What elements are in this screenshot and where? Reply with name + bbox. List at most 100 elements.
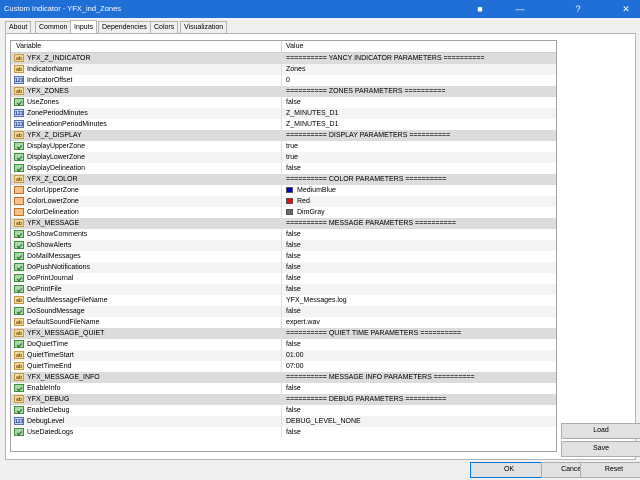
ok-button[interactable]: OK bbox=[470, 462, 548, 478]
table-row[interactable]: DisplayUpperZone true bbox=[11, 141, 556, 152]
table-row[interactable]: ab YFX_MESSAGE_QUIET ========== QUIET TIME… bbox=[11, 328, 556, 339]
table-row[interactable]: DoQuietTime false bbox=[11, 339, 556, 350]
variable-value[interactable]: false bbox=[286, 306, 301, 317]
load-button[interactable]: Load bbox=[561, 423, 640, 439]
reset-button[interactable]: Reset bbox=[580, 462, 640, 478]
table-row[interactable]: 123 ZonePeriodMinutes Z_MINUTES_D1 bbox=[11, 108, 556, 119]
table-row[interactable]: DoPushNotifications false bbox=[11, 262, 556, 273]
value-text: false bbox=[286, 231, 301, 238]
value-text: Red bbox=[297, 198, 310, 205]
grid-header: Variable Value bbox=[11, 41, 556, 53]
boolean-type-icon bbox=[14, 384, 24, 392]
variable-value[interactable]: YFX_Messages.log bbox=[286, 295, 347, 306]
value-text: false bbox=[286, 429, 301, 436]
cell-divider bbox=[281, 295, 282, 306]
value-text: ========== DISPLAY PARAMETERS ========== bbox=[286, 132, 451, 139]
value-text: ========== DEBUG PARAMETERS ========== bbox=[286, 396, 447, 403]
variable-value[interactable]: MediumBlue bbox=[286, 185, 336, 196]
table-row[interactable]: 123 DelineationPeriodMinutes Z_MINUTES_D1 bbox=[11, 119, 556, 130]
table-row[interactable]: ab DefaultSoundFileName expert.wav bbox=[11, 317, 556, 328]
cell-divider bbox=[281, 119, 282, 130]
table-row[interactable]: DoShowAlerts false bbox=[11, 240, 556, 251]
table-row[interactable]: ab QuietTimeStart 01:00 bbox=[11, 350, 556, 361]
table-row[interactable]: EnableInfo false bbox=[11, 383, 556, 394]
string-type-icon: ab bbox=[14, 65, 24, 73]
variable-value[interactable]: Z_MINUTES_D1 bbox=[286, 119, 339, 130]
table-row[interactable]: ColorDelineation DimGray bbox=[11, 207, 556, 218]
table-row[interactable]: ab YFX_ZONES ========== ZONES PARAMETERS =… bbox=[11, 86, 556, 97]
variable-value[interactable]: false bbox=[286, 427, 301, 438]
variable-value[interactable]: ========== QUIET TIME PARAMETERS =======… bbox=[286, 328, 461, 339]
variable-value[interactable]: expert.wav bbox=[286, 317, 320, 328]
table-row[interactable]: ab YFX_MESSAGE ========== MESSAGE PARAMETE… bbox=[11, 218, 556, 229]
table-row[interactable]: DisplayLowerZone true bbox=[11, 152, 556, 163]
table-row[interactable]: DoPrintFile false bbox=[11, 284, 556, 295]
table-row[interactable]: UseZones false bbox=[11, 97, 556, 108]
value-text: YFX_Messages.log bbox=[286, 297, 347, 304]
table-row[interactable]: UseDatedLogs false bbox=[11, 427, 556, 438]
close-icon[interactable]: ✕ bbox=[620, 3, 632, 15]
variable-name: YFX_MESSAGE bbox=[27, 220, 80, 227]
variable-value[interactable]: ========== DEBUG PARAMETERS ========== bbox=[286, 394, 446, 405]
variable-value[interactable]: Red bbox=[286, 196, 310, 207]
variable-value[interactable]: Z_MINUTES_D1 bbox=[286, 108, 339, 119]
table-row[interactable]: ColorUpperZone MediumBlue bbox=[11, 185, 556, 196]
column-header-value[interactable]: Value bbox=[286, 41, 303, 52]
table-row[interactable]: ab YFX_MESSAGE_INFO ========== MESSAGE INF… bbox=[11, 372, 556, 383]
variable-value[interactable]: false bbox=[286, 240, 301, 251]
table-row[interactable]: DoShowComments false bbox=[11, 229, 556, 240]
table-row[interactable]: DoSoundMessage false bbox=[11, 306, 556, 317]
variable-value[interactable]: false bbox=[286, 229, 301, 240]
table-row[interactable]: 123 IndicatorOffset 0 bbox=[11, 75, 556, 86]
variable-value[interactable]: ========== MESSAGE PARAMETERS ========== bbox=[286, 218, 456, 229]
variable-value[interactable]: false bbox=[286, 273, 301, 284]
variable-value[interactable]: false bbox=[286, 339, 301, 350]
table-row[interactable]: DisplayDelineation false bbox=[11, 163, 556, 174]
variable-value[interactable]: true bbox=[286, 152, 298, 163]
variable-value[interactable]: false bbox=[286, 284, 301, 295]
help-icon[interactable]: ? bbox=[572, 3, 584, 15]
variable-value[interactable]: DimGray bbox=[286, 207, 325, 218]
variable-value[interactable]: ========== YANCY INDICATOR PARAMETERS ==… bbox=[286, 53, 484, 64]
variable-value[interactable]: true bbox=[286, 141, 298, 152]
table-row[interactable]: 123 DebugLevel DEBUG_LEVEL_NONE bbox=[11, 416, 556, 427]
value-text: Z_MINUTES_D1 bbox=[286, 110, 339, 117]
variable-value[interactable]: false bbox=[286, 383, 301, 394]
string-type-icon: ab bbox=[14, 54, 24, 62]
table-row[interactable]: ab YFX_Z_DISPLAY ========== DISPLAY PARAME… bbox=[11, 130, 556, 141]
mql-icon[interactable]: ■ bbox=[474, 3, 486, 15]
minimize-icon[interactable]: — bbox=[514, 3, 526, 15]
variable-value[interactable]: false bbox=[286, 405, 301, 416]
table-row[interactable]: EnableDebug false bbox=[11, 405, 556, 416]
table-row[interactable]: ab YFX_Z_INDICATOR ========== YANCY INDICA… bbox=[11, 53, 556, 64]
variable-value[interactable]: 01:00 bbox=[286, 350, 304, 361]
save-button[interactable]: Save bbox=[561, 441, 640, 457]
variable-value[interactable]: ========== COLOR PARAMETERS ========== bbox=[286, 174, 446, 185]
variable-value[interactable]: DEBUG_LEVEL_NONE bbox=[286, 416, 361, 427]
table-row[interactable]: DoMailMessages false bbox=[11, 251, 556, 262]
table-row[interactable]: DoPrintJournal false bbox=[11, 273, 556, 284]
variable-value[interactable]: 0 bbox=[286, 75, 290, 86]
variable-value[interactable]: false bbox=[286, 262, 301, 273]
variable-value[interactable]: false bbox=[286, 97, 301, 108]
table-row[interactable]: ab IndicatorName Zones bbox=[11, 64, 556, 75]
column-header-variable[interactable]: Variable bbox=[16, 41, 41, 52]
variable-name: QuietTimeEnd bbox=[27, 363, 72, 370]
cell-divider bbox=[281, 163, 282, 174]
variable-value[interactable]: false bbox=[286, 251, 301, 262]
table-row[interactable]: ab YFX_Z_COLOR ========== COLOR PARAMETERS… bbox=[11, 174, 556, 185]
table-row[interactable]: ab DefaultMessageFileName YFX_Messages.log bbox=[11, 295, 556, 306]
table-row[interactable]: ab YFX_DEBUG ========== DEBUG PARAMETERS =… bbox=[11, 394, 556, 405]
variable-value[interactable]: false bbox=[286, 163, 301, 174]
variable-value[interactable]: ========== DISPLAY PARAMETERS ========== bbox=[286, 130, 450, 141]
table-row[interactable]: ab QuietTimeEnd 07:00 bbox=[11, 361, 556, 372]
integer-type-icon: 123 bbox=[14, 120, 24, 128]
table-row[interactable]: ColorLowerZone Red bbox=[11, 196, 556, 207]
variable-value[interactable]: ========== MESSAGE INFO PARAMETERS =====… bbox=[286, 372, 475, 383]
variable-value[interactable]: ========== ZONES PARAMETERS ========== bbox=[286, 86, 445, 97]
variable-name: YFX_MESSAGE_INFO bbox=[27, 374, 100, 381]
column-divider[interactable] bbox=[281, 41, 282, 52]
cell-divider bbox=[281, 383, 282, 394]
variable-value[interactable]: 07:00 bbox=[286, 361, 304, 372]
variable-value[interactable]: Zones bbox=[286, 64, 305, 75]
